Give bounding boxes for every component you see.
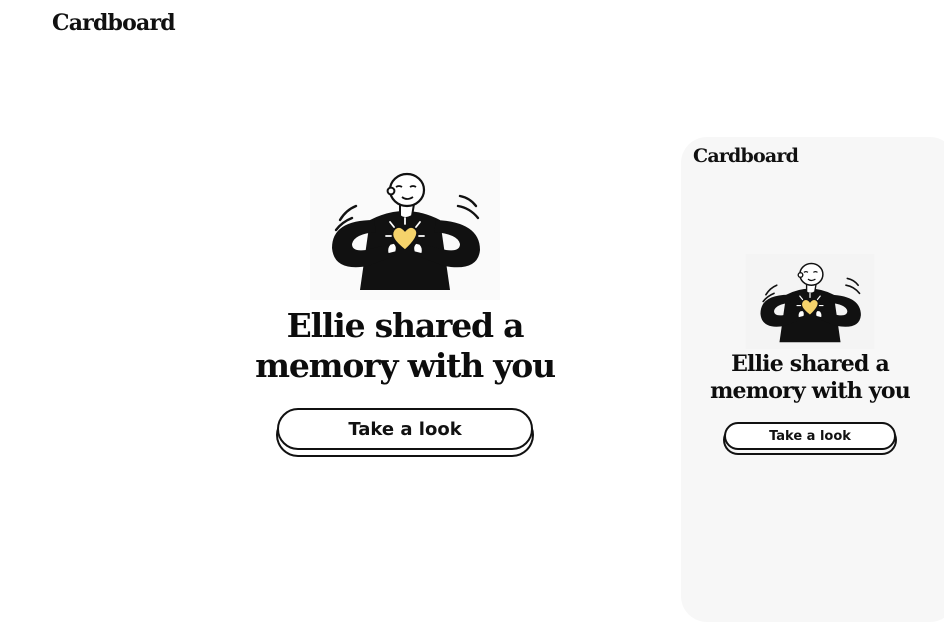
mobile-brand-logo[interactable]: Cardboard: [693, 145, 799, 167]
mobile-take-a-look-button[interactable]: Take a look: [724, 422, 896, 450]
person-hugging-heart-icon: [745, 254, 875, 349]
hero-headline: Ellie shared a memory with you: [255, 306, 556, 386]
mobile-hero-section: Ellie shared a memory with you Take a lo…: [681, 254, 939, 450]
hero-section: Ellie shared a memory with you Take a lo…: [240, 160, 570, 450]
brand-logo[interactable]: Cardboard: [52, 10, 176, 36]
hero-headline-line1: Ellie shared a: [286, 306, 525, 345]
page: Cardboard Ellie shared a memory with you…: [0, 0, 944, 622]
mobile-hero-headline-line1: Ellie shared a: [731, 351, 890, 377]
mobile-hero-headline-line2: memory with you: [710, 378, 911, 404]
mobile-hero-headline: Ellie shared a memory with you: [710, 351, 911, 405]
hero-headline-line2: memory with you: [255, 346, 556, 385]
person-hugging-heart-icon: [310, 160, 500, 300]
take-a-look-button[interactable]: Take a look: [277, 408, 533, 450]
mobile-preview: Cardboard Ellie shared a memory with you…: [681, 137, 944, 622]
